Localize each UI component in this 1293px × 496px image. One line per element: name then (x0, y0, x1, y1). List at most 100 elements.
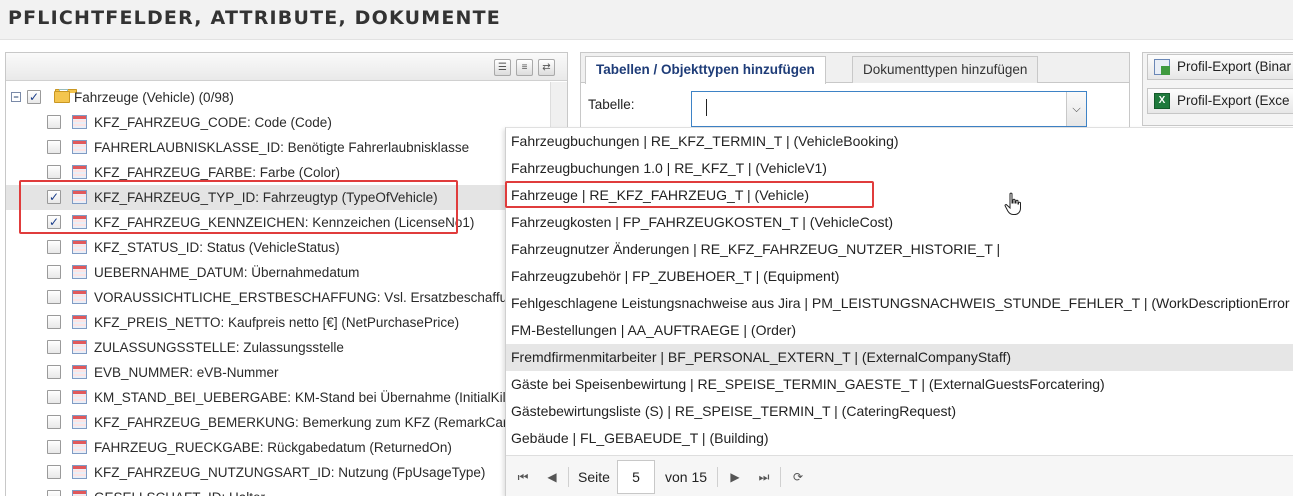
field-checkbox[interactable] (47, 115, 61, 129)
dropdown-option[interactable]: Fahrzeugbuchungen 1.0 | RE_KFZ_T | (Vehi… (506, 155, 1293, 182)
highlight-box-vehicle-table (505, 181, 874, 208)
list-view-icon[interactable]: ☰ (494, 59, 511, 76)
export-binary-label: Profil-Export (Binar (1177, 59, 1292, 74)
field-checkbox[interactable] (47, 165, 61, 179)
field-checkbox[interactable] (47, 290, 61, 304)
table-field-icon (72, 340, 87, 354)
pager-separator (780, 467, 781, 487)
previous-page-icon[interactable]: ◀ (543, 468, 561, 486)
table-combobox[interactable]: ⌵ (691, 91, 1087, 127)
tree-field-row[interactable]: KFZ_PREIS_NETTO: Kaufpreis netto [€] (Ne… (6, 310, 551, 335)
table-field-icon (72, 315, 87, 329)
field-label: FAHRZEUG_RUECKGABE: Rückgabedatum (Retur… (94, 440, 452, 455)
hand-cursor-icon (1004, 192, 1021, 215)
field-checkbox[interactable] (47, 390, 61, 404)
tree-field-row[interactable]: VORAUSSICHTLICHE_ERSTBESCHAFFUNG: Vsl. E… (6, 285, 551, 310)
tree-field-row[interactable]: ZULASSUNGSSTELLE: Zulassungsstelle (6, 335, 551, 360)
tree-toolbar: ☰ ≡ ⇄ (6, 53, 567, 81)
table-field-label: Tabelle: (588, 97, 635, 112)
folder-icon (54, 89, 77, 104)
tree-root-label: Fahrzeuge (Vehicle) (0/98) (74, 90, 234, 105)
field-checkbox[interactable] (47, 415, 61, 429)
dropdown-option[interactable]: Fahrzeugzubehör | FP_ZUBEHOER_T | (Equip… (506, 263, 1293, 290)
table-input[interactable] (695, 95, 1063, 123)
excel-icon: X (1154, 93, 1170, 109)
dropdown-option[interactable]: Gebäude | FL_GEBAEUDE_T | (Building) (506, 425, 1293, 452)
page-number-input[interactable] (617, 460, 655, 494)
collapse-icon[interactable]: − (11, 92, 21, 102)
field-checkbox[interactable] (47, 465, 61, 479)
field-label: UEBERNAHME_DATUM: Übernahmedatum (94, 265, 360, 280)
tree-view-icon[interactable]: ≡ (516, 59, 533, 76)
dropdown-option[interactable]: FM-Bestellungen | AA_AUFTRAEGE | (Order) (506, 317, 1293, 344)
field-checkbox[interactable] (47, 240, 61, 254)
field-checkbox[interactable] (47, 340, 61, 354)
field-checkbox[interactable] (47, 440, 61, 454)
tree-field-row[interactable]: KFZ_STATUS_ID: Status (VehicleStatus) (6, 235, 551, 260)
table-field-icon (72, 390, 87, 404)
export-panel: Profil-Export (Binar X Profil-Export (Ex… (1142, 52, 1293, 126)
refresh-icon[interactable]: ⇄ (538, 59, 555, 76)
table-field-icon (72, 490, 87, 496)
tree-field-row[interactable]: KFZ_FAHRZEUG_NUTZUNGSART_ID: Nutzung (Fp… (6, 460, 551, 485)
table-field-icon (72, 115, 87, 129)
tree-field-row[interactable]: GESELLSCHAFT_ID: Halter (6, 485, 551, 496)
table-field-icon (72, 465, 87, 479)
page-label: Seite (578, 469, 610, 485)
table-field-icon (72, 440, 87, 454)
tree-field-row[interactable]: FAHRZEUG_RUECKGABE: Rückgabedatum (Retur… (6, 435, 551, 460)
table-field-icon (72, 165, 87, 179)
export-excel-label: Profil-Export (Exce (1177, 93, 1290, 108)
dropdown-option[interactable]: Fehlgeschlagene Leistungsnachweise aus J… (506, 290, 1293, 317)
tree-field-row[interactable]: FAHRERLAUBNISKLASSE_ID: Benötigte Fahrer… (6, 135, 551, 160)
field-label: KFZ_FAHRZEUG_NUTZUNGSART_ID: Nutzung (Fp… (94, 465, 486, 480)
table-field-icon (72, 415, 87, 429)
highlight-box-selected-fields (19, 180, 458, 234)
tab-add-document-types[interactable]: Dokumenttypen hinzufügen (852, 56, 1039, 83)
text-caret (706, 99, 707, 116)
dropdown-option[interactable]: Gäste bei Speisenbewirtung | RE_SPEISE_T… (506, 371, 1293, 398)
field-label: EVB_NUMMER: eVB-Nummer (94, 365, 279, 380)
table-field-icon (72, 240, 87, 254)
profile-export-excel-button[interactable]: X Profil-Export (Exce (1147, 88, 1293, 114)
page-title: PFLICHTFELDER, ATTRIBUTE, DOKUMENTE (8, 7, 501, 29)
table-field-icon (72, 265, 87, 279)
field-label: KFZ_FAHRZEUG_CODE: Code (Code) (94, 115, 332, 130)
dropdown-option[interactable]: Fremdfirmenmitarbeiter | BF_PERSONAL_EXT… (506, 344, 1293, 371)
field-label: KFZ_PREIS_NETTO: Kaufpreis netto [€] (Ne… (94, 315, 460, 330)
field-label: KM_STAND_BEI_UEBERGABE: KM-Stand bei Übe… (94, 390, 532, 405)
field-label: FAHRERLAUBNISKLASSE_ID: Benötigte Fahrer… (94, 140, 470, 155)
field-label: GESELLSCHAFT_ID: Halter (94, 490, 265, 496)
field-label: KFZ_FAHRZEUG_BEMERKUNG: Bemerkung zum KF… (94, 415, 512, 430)
config-panel: Tabellen / Objekttypen hinzufügen Dokume… (580, 52, 1130, 132)
tree-field-row[interactable]: KM_STAND_BEI_UEBERGABE: KM-Stand bei Übe… (6, 385, 551, 410)
chevron-down-icon[interactable]: ⌵ (1066, 92, 1086, 126)
tree-field-row[interactable]: EVB_NUMMER: eVB-Nummer (6, 360, 551, 385)
refresh-icon[interactable]: ⟳ (789, 468, 807, 486)
tree-field-row[interactable]: KFZ_FAHRZEUG_CODE: Code (Code) (6, 110, 551, 135)
binary-export-icon (1154, 59, 1170, 75)
dropdown-pager: ⏮ ◀ Seite von 15 ▶ ⏭ ⟳ (506, 455, 1293, 496)
next-page-icon[interactable]: ▶ (726, 468, 744, 486)
field-checkbox[interactable] (47, 365, 61, 379)
tab-add-tables[interactable]: Tabellen / Objekttypen hinzufügen (585, 56, 826, 84)
tree-field-row[interactable]: UEBERNAHME_DATUM: Übernahmedatum (6, 260, 551, 285)
tree-field-row[interactable]: KFZ_FAHRZEUG_BEMERKUNG: Bemerkung zum KF… (6, 410, 551, 435)
field-label: VORAUSSICHTLICHE_ERSTBESCHAFFUNG: Vsl. E… (94, 290, 523, 305)
tree-root-vehicle[interactable]: − ✓ Fahrzeuge (Vehicle) (0/98) (6, 85, 551, 110)
field-checkbox[interactable] (47, 490, 61, 496)
profile-export-binary-button[interactable]: Profil-Export (Binar (1147, 54, 1293, 80)
field-checkbox[interactable] (47, 315, 61, 329)
tree-root-checkbox[interactable]: ✓ (27, 90, 41, 104)
tab-strip: Tabellen / Objekttypen hinzufügen Dokume… (581, 53, 1129, 84)
dropdown-option[interactable]: Fahrzeugbuchungen | RE_KFZ_TERMIN_T | (V… (506, 128, 1293, 155)
dropdown-option[interactable]: Gästebewirtungsliste (S) | RE_SPEISE_TER… (506, 398, 1293, 425)
table-field-icon (72, 290, 87, 304)
field-label: ZULASSUNGSSTELLE: Zulassungsstelle (94, 340, 344, 355)
field-checkbox[interactable] (47, 265, 61, 279)
dropdown-option[interactable]: Fahrzeugkosten | FP_FAHRZEUGKOSTEN_T | (… (506, 209, 1293, 236)
first-page-icon[interactable]: ⏮ (514, 468, 532, 486)
last-page-icon[interactable]: ⏭ (755, 468, 773, 486)
field-checkbox[interactable] (47, 140, 61, 154)
dropdown-option[interactable]: Fahrzeugnutzer Änderungen | RE_KFZ_FAHRZ… (506, 236, 1293, 263)
